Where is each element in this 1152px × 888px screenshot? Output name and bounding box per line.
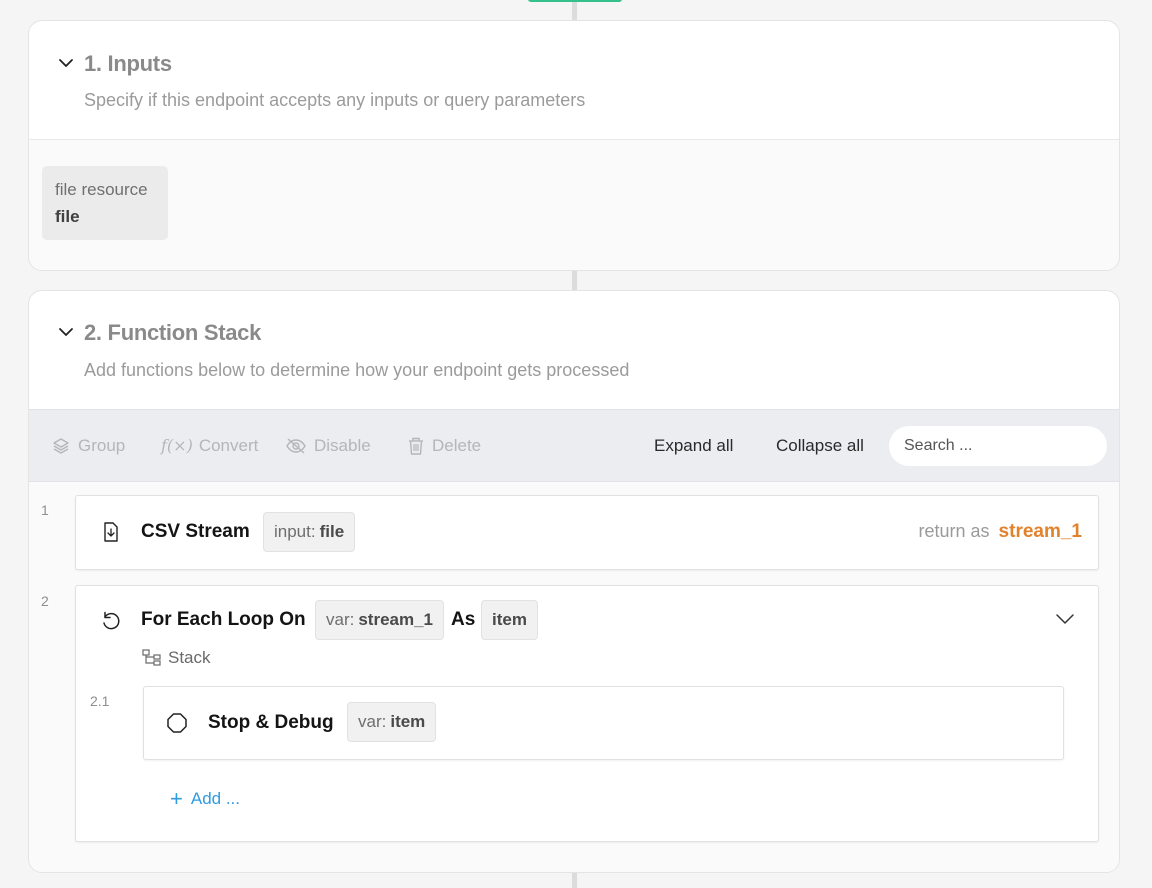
previous-step-indicator (528, 0, 622, 2)
disable-label: Disable (314, 435, 371, 455)
collapse-all-button[interactable]: Collapse all (776, 410, 864, 481)
function-stop-debug[interactable]: Stop & Debug var: item (143, 686, 1064, 760)
eye-off-icon (286, 437, 306, 454)
disable-button[interactable]: Disable (285, 410, 371, 481)
function-csv-stream[interactable]: CSV Stream input: file return as stream_… (75, 495, 1099, 570)
expand-all-label: Expand all (654, 435, 734, 455)
delete-button[interactable]: Delete (407, 410, 481, 481)
input-item-file[interactable]: file resource file (42, 166, 168, 240)
function-stack-title: 2. Function Stack (84, 320, 262, 345)
search-input[interactable] (889, 426, 1107, 466)
function-name: For Each Loop On (141, 609, 306, 630)
tag-prefix: var: (358, 712, 387, 731)
line-number: 2.1 (90, 693, 110, 709)
function-icon: f(×) (161, 436, 193, 455)
layers-icon (53, 437, 69, 454)
bottom-connector (572, 873, 577, 888)
input-tag[interactable]: input: file (263, 512, 356, 552)
inputs-title: 1. Inputs (84, 51, 172, 76)
var-tag[interactable]: var: item (347, 702, 437, 742)
top-connector (572, 0, 577, 20)
middle-connector (572, 271, 577, 291)
tag-value: file (319, 522, 345, 541)
return-prefix: return as (918, 521, 990, 541)
function-stack-subtitle: Add functions below to determine how you… (84, 360, 630, 380)
inputs-card: 1. Inputs Specify if this endpoint accep… (28, 20, 1120, 271)
var-tag[interactable]: var: stream_1 (315, 600, 445, 640)
as-label: As (451, 609, 476, 630)
file-download-icon (104, 522, 118, 542)
loop-icon (103, 611, 120, 630)
function-for-each-loop[interactable]: For Each Loop On var: stream_1 As item S… (75, 585, 1099, 842)
tag-prefix: input: (274, 522, 316, 541)
inputs-subtitle: Specify if this endpoint accepts any inp… (84, 90, 586, 110)
inputs-list: file resource file (29, 139, 1119, 270)
line-number: 2 (41, 593, 49, 609)
collapse-all-label: Collapse all (776, 435, 864, 455)
chevron-down-icon[interactable] (57, 54, 75, 72)
add-function-link[interactable]: + Add ... (170, 788, 240, 810)
add-label: Add ... (190, 789, 240, 808)
stack-label: Stack (142, 648, 211, 668)
line-number: 1 (41, 502, 49, 518)
stop-octagon-icon (167, 713, 187, 733)
as-value: item (492, 610, 527, 629)
function-stack-card: 2. Function Stack Add functions below to… (28, 290, 1120, 873)
tag-value: item (390, 712, 426, 731)
input-name: file (55, 207, 80, 226)
expand-all-button[interactable]: Expand all (654, 410, 733, 481)
hierarchy-icon (142, 649, 161, 666)
chevron-down-icon[interactable] (1055, 612, 1075, 626)
function-name: CSV Stream (141, 521, 250, 542)
group-button[interactable]: Group (51, 410, 125, 481)
plus-icon: + (170, 786, 183, 811)
convert-button[interactable]: f(×) Convert (161, 410, 258, 481)
input-type: file resource (55, 180, 148, 199)
chevron-down-icon[interactable] (57, 323, 75, 341)
tag-prefix: var: (326, 610, 355, 629)
tag-value: stream_1 (358, 610, 434, 629)
return-variable[interactable]: stream_1 (999, 521, 1082, 542)
delete-label: Delete (432, 435, 482, 455)
function-name: Stop & Debug (208, 712, 334, 733)
group-label: Group (78, 435, 126, 455)
function-stack-toolbar: Group f(×) Convert Disable Delete Expand… (29, 409, 1119, 482)
function-list: 1 CSV Stream input: file return as strea… (29, 482, 1119, 872)
stack-text: Stack (168, 648, 211, 667)
as-tag[interactable]: item (481, 600, 538, 640)
convert-label: Convert (198, 435, 259, 455)
return-as: return as stream_1 (918, 521, 1082, 543)
trash-icon (409, 437, 423, 455)
